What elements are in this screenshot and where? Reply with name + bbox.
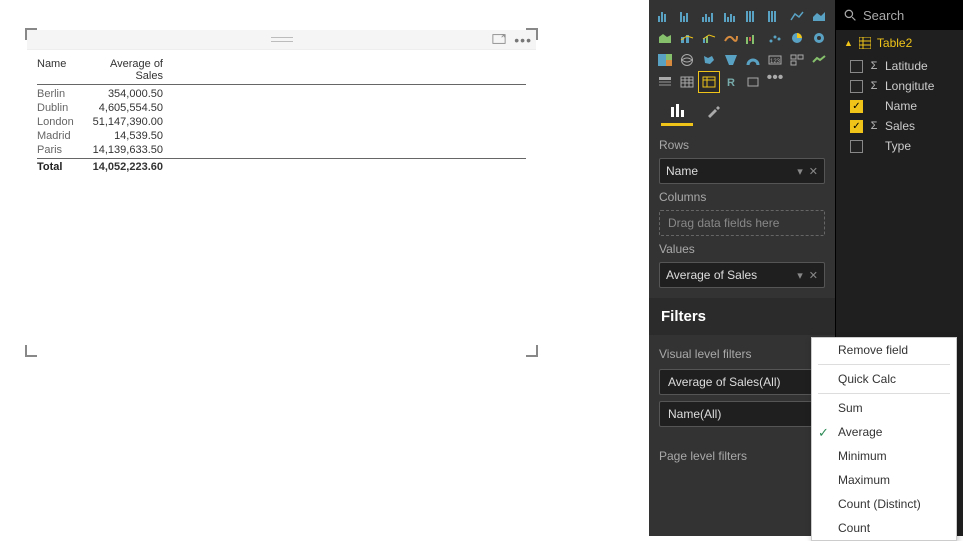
more-options-icon[interactable]: ••• [514, 32, 532, 49]
viz-clustered-bar-icon[interactable] [699, 6, 719, 26]
search-icon [844, 9, 857, 22]
report-canvas[interactable]: ••• Name Average of Sales Berlin 354,000… [0, 0, 649, 536]
svg-text:123: 123 [770, 59, 781, 65]
viz-card-icon[interactable]: 123 [765, 50, 785, 70]
well-values-label: Values [659, 242, 825, 256]
svg-text:R: R [727, 77, 735, 89]
table-row[interactable]: Madrid 14,539.50 [37, 129, 526, 143]
format-tabs [649, 96, 835, 126]
viz-ribbon-icon[interactable] [721, 28, 741, 48]
visual-filters-label: Visual level filters [649, 341, 835, 363]
table-row[interactable]: Paris 14,139,633.50 [37, 143, 526, 157]
resize-handle-br[interactable] [526, 345, 538, 357]
table-body: Name Average of Sales Berlin 354,000.50 … [27, 50, 536, 182]
column-header-name[interactable]: Name [37, 58, 83, 82]
viz-treemap-icon[interactable] [655, 50, 675, 70]
ctx-minimum[interactable]: Minimum [812, 444, 956, 468]
viz-map-icon[interactable] [677, 50, 697, 70]
ctx-count[interactable]: Count [812, 516, 956, 540]
focus-mode-icon[interactable] [492, 32, 506, 49]
divider [818, 364, 950, 365]
visual-header[interactable]: ••• [27, 30, 536, 50]
viz-stacked-area-icon[interactable] [655, 28, 675, 48]
viz-kpi-icon[interactable] [809, 50, 829, 70]
viz-100-stacked-bar-icon[interactable] [743, 6, 763, 26]
checkbox-icon[interactable]: ✓ [850, 100, 863, 113]
table-row[interactable]: Berlin 354,000.50 [37, 87, 526, 101]
drag-handle-icon[interactable] [271, 37, 293, 42]
resize-handle-bl[interactable] [25, 345, 37, 357]
aggregation-context-menu: Remove field Quick Calc Sum ✓ Average Mi… [811, 337, 957, 541]
remove-field-icon[interactable]: ✕ [809, 165, 818, 178]
ctx-quick-calc[interactable]: Quick Calc [812, 367, 956, 391]
visualization-gallery: 123 R ••• [649, 0, 835, 96]
visualizations-panel: 123 R ••• Rows [649, 0, 835, 536]
viz-line-stacked-column-icon[interactable] [677, 28, 697, 48]
checkbox-icon[interactable] [850, 140, 863, 153]
filter-pill[interactable]: Average of Sales(All) [659, 369, 825, 395]
field-item-latitude[interactable]: Σ Latitude [836, 56, 963, 76]
viz-stacked-bar-icon[interactable] [655, 6, 675, 26]
viz-r-visual-icon[interactable]: R [721, 72, 741, 92]
well-values-field[interactable]: Average of Sales ▾ ✕ [659, 262, 825, 288]
checkbox-icon[interactable] [850, 60, 863, 73]
checkbox-icon[interactable]: ✓ [850, 120, 863, 133]
sigma-icon: Σ [869, 60, 879, 72]
check-icon: ✓ [818, 425, 829, 441]
fields-search[interactable]: Search [836, 0, 963, 30]
sigma-icon: Σ [869, 80, 879, 92]
ctx-count-distinct[interactable]: Count (Distinct) [812, 492, 956, 516]
field-item-longitute[interactable]: Σ Longitute [836, 76, 963, 96]
table-icon [859, 37, 871, 49]
field-item-sales[interactable]: ✓ Σ Sales [836, 116, 963, 136]
tab-format[interactable] [695, 96, 731, 126]
column-header-value[interactable]: Average of Sales [83, 58, 163, 82]
viz-waterfall-icon[interactable] [743, 28, 763, 48]
ctx-maximum[interactable]: Maximum [812, 468, 956, 492]
chevron-down-icon[interactable]: ▾ [797, 165, 803, 178]
field-item-type[interactable]: Type [836, 136, 963, 156]
viz-clustered-column-icon[interactable] [721, 6, 741, 26]
remove-field-icon[interactable]: ✕ [809, 269, 818, 282]
well-columns-dropzone[interactable]: Drag data fields here [659, 210, 825, 236]
viz-donut-icon[interactable] [809, 28, 829, 48]
viz-funnel-icon[interactable] [721, 50, 741, 70]
ctx-sum[interactable]: Sum [812, 396, 956, 420]
field-item-name[interactable]: ✓ Name [836, 96, 963, 116]
sigma-icon: Σ [869, 120, 879, 132]
tab-fields[interactable] [659, 96, 695, 126]
viz-scatter-icon[interactable] [765, 28, 785, 48]
table-total-row[interactable]: Total 14,052,223.60 [37, 158, 526, 174]
checkbox-icon[interactable] [850, 80, 863, 93]
viz-python-icon[interactable] [743, 72, 763, 92]
filter-pill[interactable]: Name(All) [659, 401, 825, 427]
viz-table-icon[interactable] [677, 72, 697, 92]
divider [818, 393, 950, 394]
viz-matrix-icon[interactable] [699, 72, 719, 92]
page-filters-label: Page level filters [649, 439, 835, 467]
table-row[interactable]: Dublin 4,605,554.50 [37, 101, 526, 115]
viz-gauge-icon[interactable] [743, 50, 763, 70]
viz-line-clustered-column-icon[interactable] [699, 28, 719, 48]
chevron-down-icon[interactable]: ▾ [797, 269, 803, 282]
expand-icon: ▲ [844, 38, 853, 48]
matrix-visual[interactable]: ••• Name Average of Sales Berlin 354,000… [27, 30, 536, 355]
viz-filled-map-icon[interactable] [699, 50, 719, 70]
ctx-average[interactable]: ✓ Average [812, 420, 956, 444]
viz-line-icon[interactable] [787, 6, 807, 26]
viz-pie-icon[interactable] [787, 28, 807, 48]
viz-slicer-icon[interactable] [655, 72, 675, 92]
filters-header: Filters [649, 298, 835, 335]
well-rows-label: Rows [659, 138, 825, 152]
viz-more-icon[interactable]: ••• [765, 72, 785, 92]
well-rows-field[interactable]: Name ▾ ✕ [659, 158, 825, 184]
viz-multi-card-icon[interactable] [787, 50, 807, 70]
table-node[interactable]: ▲ Table2 [836, 30, 963, 56]
well-columns-label: Columns [659, 190, 825, 204]
viz-100-stacked-column-icon[interactable] [765, 6, 785, 26]
viz-area-icon[interactable] [809, 6, 829, 26]
viz-stacked-column-icon[interactable] [677, 6, 697, 26]
table-row[interactable]: London 51,147,390.00 [37, 115, 526, 129]
ctx-remove-field[interactable]: Remove field [812, 338, 956, 362]
